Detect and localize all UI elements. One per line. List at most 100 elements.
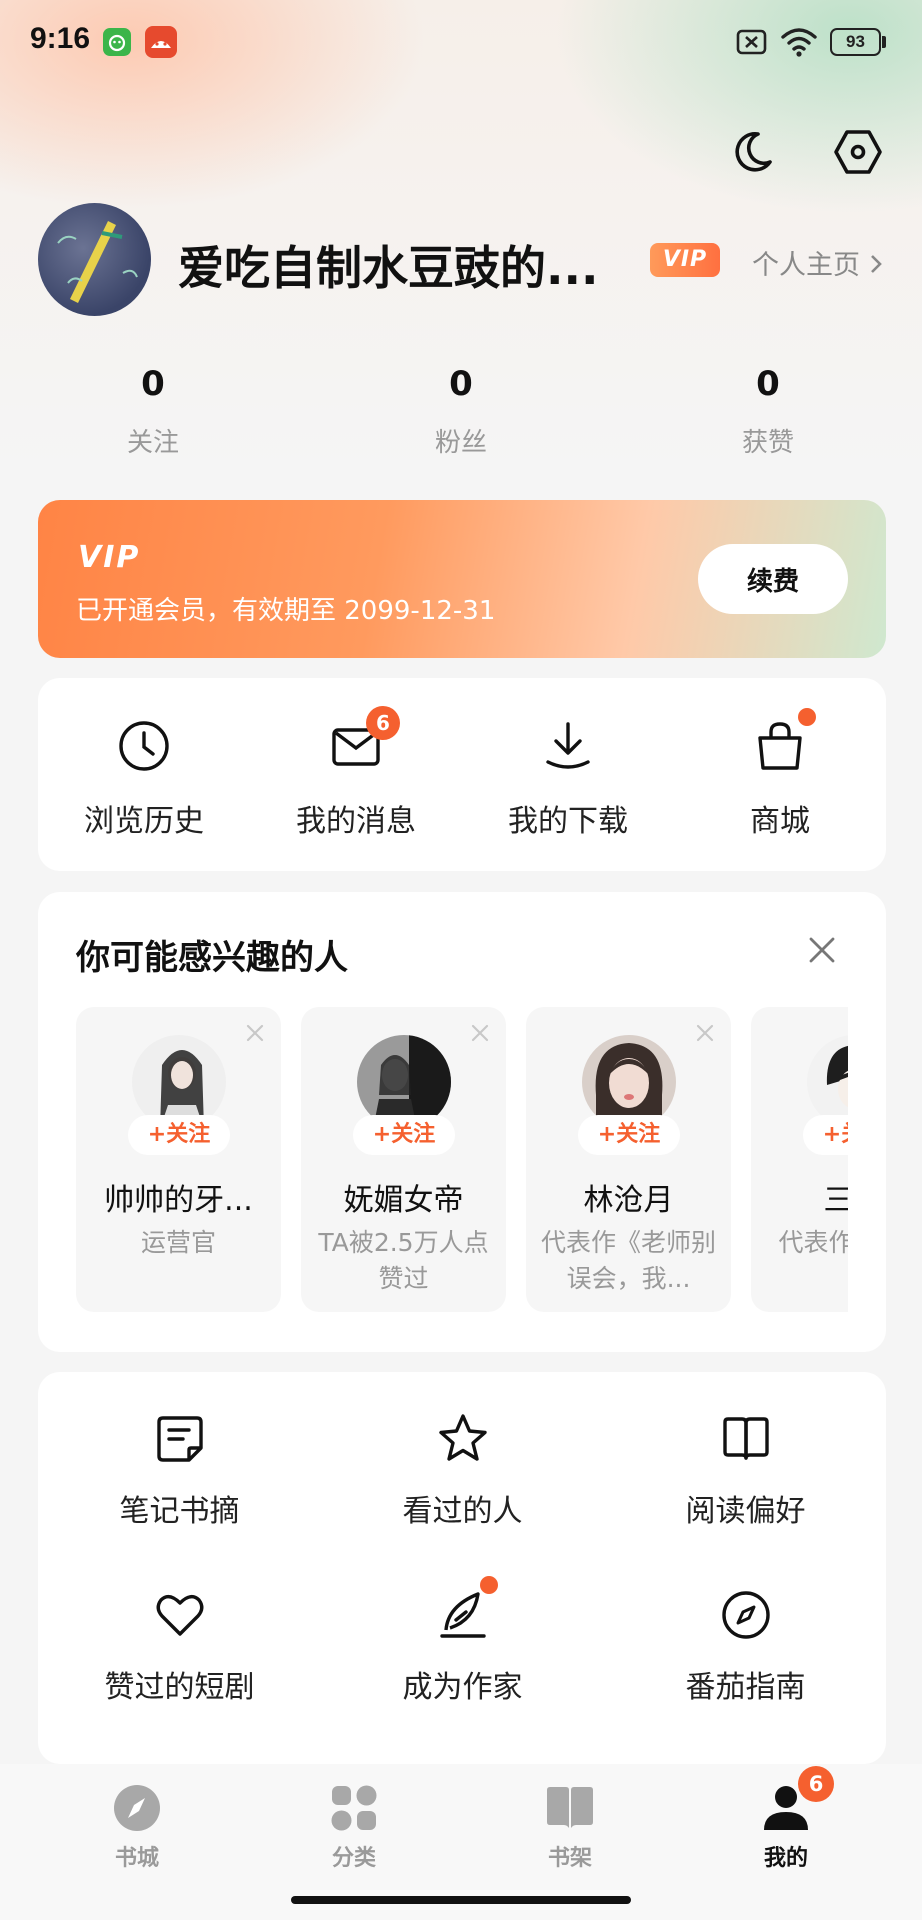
vip-card[interactable]: VIP 已开通会员，有效期至 2099-12-31 续费 xyxy=(38,500,886,658)
suggested-people-card: 你可能感兴趣的人 +关注 帅帅的牙... 运营官 +关注 妩媚女帝 TA被2.5… xyxy=(38,892,886,1352)
my-messages-button[interactable]: 6 我的消息 xyxy=(250,706,462,840)
stat-value: 0 xyxy=(756,364,780,404)
mail-icon: 6 xyxy=(326,706,400,776)
qa-label: 商城 xyxy=(750,804,810,839)
homepage-link-label: 个人主页 xyxy=(752,250,860,281)
person-desc: TA被2.5万人点赞过 xyxy=(318,1228,489,1293)
liked-dramas-button[interactable]: 赞过的短剧 xyxy=(38,1586,321,1706)
battery-icon: 93 xyxy=(830,28,886,56)
stat-likes[interactable]: 0 获赞 xyxy=(668,364,868,459)
avatar[interactable] xyxy=(38,203,151,316)
follow-button[interactable]: +关注 xyxy=(353,1115,455,1155)
nav-mine[interactable]: 6 我的 xyxy=(706,1766,866,1872)
feature-label: 阅读偏好 xyxy=(685,1494,806,1529)
note-icon xyxy=(151,1410,209,1468)
feature-label: 成为作家 xyxy=(402,1670,523,1705)
homepage-link[interactable]: 个人主页 xyxy=(752,243,883,282)
app-notification-icon xyxy=(145,26,177,58)
category-icon xyxy=(328,1782,380,1834)
suggested-person-card[interactable]: +关注 林沧月 代表作《老师别误会，我... xyxy=(526,1007,731,1312)
vip-badge: VIP xyxy=(650,243,720,277)
renew-button[interactable]: 续费 xyxy=(698,544,848,614)
night-mode-icon[interactable] xyxy=(728,128,776,176)
section-title: 你可能感兴趣的人 xyxy=(76,938,348,978)
stat-value: 0 xyxy=(449,364,473,404)
compass-nav-icon xyxy=(111,1782,163,1834)
status-time: 9:16 xyxy=(30,22,91,55)
book-icon xyxy=(717,1410,775,1468)
qa-label: 我的消息 xyxy=(296,804,416,839)
compass-icon xyxy=(717,1586,775,1644)
person-desc: 运营官 xyxy=(140,1228,216,1257)
person-name: 妩媚女帝 xyxy=(343,1183,464,1218)
heart-icon xyxy=(151,1586,209,1644)
quick-actions-card: 浏览历史 6 我的消息 我的下载 商城 xyxy=(38,678,886,871)
suggested-person-card[interactable]: +关注 妩媚女帝 TA被2.5万人点赞过 xyxy=(301,1007,506,1312)
nav-label: 我的 xyxy=(763,1846,808,1871)
stat-following[interactable]: 0 关注 xyxy=(53,364,253,459)
download-icon xyxy=(538,716,598,776)
nav-label: 分类 xyxy=(331,1846,376,1871)
star-icon xyxy=(434,1410,492,1468)
dismiss-icon[interactable] xyxy=(245,1023,265,1043)
settings-icon[interactable] xyxy=(832,126,884,178)
wifi-icon xyxy=(781,28,817,57)
nav-category[interactable]: 分类 xyxy=(274,1782,434,1872)
person-name: 林沧月 xyxy=(583,1183,674,1218)
tomato-guide-button[interactable]: 番茄指南 xyxy=(604,1586,887,1706)
viewed-people-button[interactable]: 看过的人 xyxy=(321,1410,604,1530)
follow-button[interactable]: +关注 xyxy=(803,1115,848,1155)
person-name: 三九 xyxy=(759,1175,849,1219)
notification-dot xyxy=(798,708,816,726)
vip-expire-text: 已开通会员，有效期至 2099-12-31 xyxy=(76,596,496,626)
person-icon: 6 xyxy=(760,1766,834,1834)
person-desc: 代表作《老师别误会，我... xyxy=(540,1228,716,1293)
close-icon[interactable] xyxy=(806,934,838,966)
feature-label: 番茄指南 xyxy=(685,1670,806,1705)
nav-bookstore[interactable]: 书城 xyxy=(57,1782,217,1872)
home-indicator[interactable] xyxy=(291,1896,631,1904)
stat-followers[interactable]: 0 粉丝 xyxy=(361,364,561,459)
follow-button[interactable]: +关注 xyxy=(578,1115,680,1155)
battery-level: 93 xyxy=(830,28,881,56)
bookshelf-icon xyxy=(544,1782,596,1834)
stat-value: 0 xyxy=(141,364,165,404)
nav-badge: 6 xyxy=(798,1766,834,1802)
chevron-right-icon xyxy=(869,251,883,282)
person-name: 帅帅的牙... xyxy=(104,1183,253,1218)
person-desc: 代表作精神病 xyxy=(778,1228,848,1257)
reading-preference-button[interactable]: 阅读偏好 xyxy=(604,1410,887,1530)
message-count-badge: 6 xyxy=(366,706,400,740)
vip-logo: VIP xyxy=(78,540,141,575)
dismiss-icon[interactable] xyxy=(695,1023,715,1043)
dismiss-icon[interactable] xyxy=(470,1023,490,1043)
clock-icon xyxy=(114,716,174,776)
suggested-person-card[interactable]: +关注 帅帅的牙... 运营官 xyxy=(76,1007,281,1312)
stat-label: 粉丝 xyxy=(434,428,487,458)
follow-button[interactable]: +关注 xyxy=(128,1115,230,1155)
feature-label: 赞过的短剧 xyxy=(104,1670,255,1705)
feature-label: 看过的人 xyxy=(402,1494,523,1529)
qa-label: 浏览历史 xyxy=(84,804,204,839)
nav-bookshelf[interactable]: 书架 xyxy=(490,1782,650,1872)
become-writer-button[interactable]: 成为作家 xyxy=(321,1576,604,1706)
nav-label: 书城 xyxy=(114,1846,159,1871)
username: 爱吃自制水豆豉的... xyxy=(178,241,599,295)
notes-button[interactable]: 笔记书摘 xyxy=(38,1410,321,1530)
browse-history-button[interactable]: 浏览历史 xyxy=(38,716,250,840)
stat-label: 获赞 xyxy=(741,428,794,458)
qa-label: 我的下载 xyxy=(508,804,628,839)
notification-dot xyxy=(479,1576,498,1594)
features-card: 笔记书摘 看过的人 阅读偏好 赞过的短剧 成为作家 番茄指南 xyxy=(38,1372,886,1764)
app-notification-icon xyxy=(103,28,131,56)
my-downloads-button[interactable]: 我的下载 xyxy=(462,716,674,840)
quill-icon xyxy=(434,1576,498,1644)
nav-label: 书架 xyxy=(547,1846,592,1871)
shopping-bag-icon xyxy=(750,708,816,776)
feature-label: 笔记书摘 xyxy=(119,1494,240,1529)
stat-label: 关注 xyxy=(126,428,179,458)
suggested-person-card[interactable]: +关注 三九 代表作精神病 xyxy=(751,1007,848,1312)
mall-button[interactable]: 商城 xyxy=(674,708,886,840)
sim-icon xyxy=(736,29,767,55)
suggested-people-carousel[interactable]: +关注 帅帅的牙... 运营官 +关注 妩媚女帝 TA被2.5万人点赞过 +关注… xyxy=(76,1007,848,1312)
